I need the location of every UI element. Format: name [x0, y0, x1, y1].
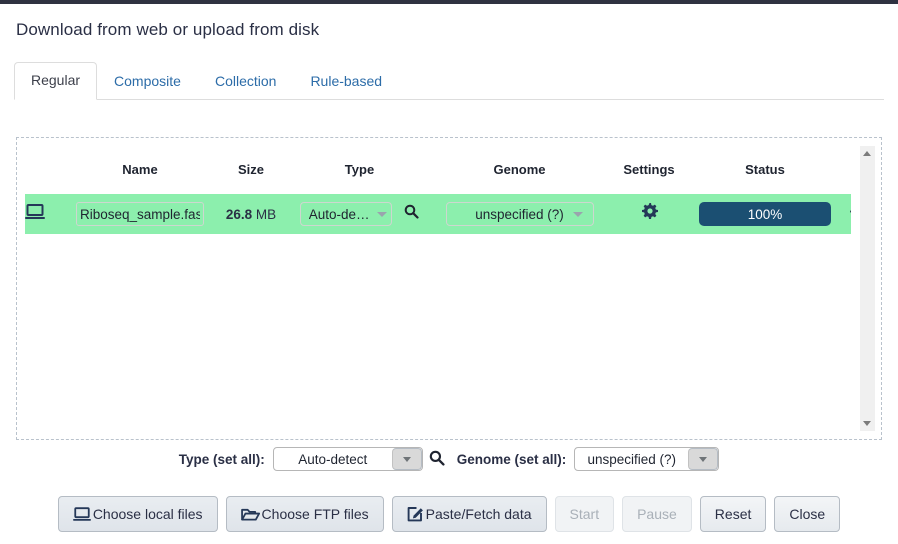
- upload-modal: Download from web or upload from disk Re…: [0, 4, 898, 544]
- tab-bar: Regular Composite Collection Rule-based: [14, 61, 884, 100]
- file-genome-value: unspecified (?): [475, 206, 564, 222]
- row-settings-cell: [607, 203, 691, 225]
- scroll-down-button[interactable]: [860, 416, 875, 431]
- magnifier-icon[interactable]: [404, 204, 419, 224]
- genome-set-all-select[interactable]: unspecified (?): [574, 447, 720, 471]
- chevron-up-icon: [863, 151, 871, 156]
- tab-label: Regular: [31, 72, 81, 89]
- tab-rule-based[interactable]: Rule-based: [293, 63, 399, 100]
- chevron-down-icon: [391, 448, 422, 470]
- chevron-down-icon: [376, 211, 387, 217]
- header-name: Name: [122, 161, 158, 177]
- progress-bar: 100%: [699, 202, 831, 226]
- table-row: 26.8 MB Auto-de…: [25, 194, 851, 234]
- chevron-down-icon: [863, 421, 871, 426]
- button-label: Pause: [637, 506, 677, 522]
- row-status-cell: 100%: [691, 202, 839, 226]
- set-all-controls: Type (set all): Auto-detect Genome (set …: [0, 447, 898, 471]
- choose-local-files-button[interactable]: Choose local files: [57, 496, 218, 532]
- type-set-all-select[interactable]: Auto-detect: [272, 447, 423, 471]
- pencil-square-icon: [407, 506, 424, 522]
- button-label: Reset: [714, 506, 752, 522]
- row-name-cell: [65, 202, 215, 226]
- tab-label: Collection: [214, 73, 277, 90]
- laptop-icon: [25, 203, 65, 225]
- tab-composite[interactable]: Composite: [97, 63, 198, 100]
- button-label: Choose local files: [92, 506, 203, 522]
- type-set-all-value: Auto-detect: [298, 451, 368, 467]
- start-button: Start: [554, 496, 615, 532]
- button-label: Start: [569, 506, 600, 522]
- type-set-all-label: Type (set all):: [178, 451, 265, 467]
- laptop-icon: [72, 506, 91, 522]
- file-grid-header: Name Size Type Genome Settings Status: [25, 144, 851, 194]
- row-done-cell: [839, 204, 851, 224]
- file-size-unit: MB: [255, 206, 277, 222]
- paste-fetch-data-button[interactable]: Paste/Fetch data: [391, 496, 547, 532]
- close-button[interactable]: Close: [774, 496, 841, 532]
- row-genome-cell: unspecified (?): [432, 202, 607, 226]
- file-type-value: Auto-de…: [308, 206, 370, 222]
- header-settings: Settings: [623, 161, 675, 177]
- row-source-cell: [25, 203, 65, 225]
- header-type: Type: [344, 161, 375, 177]
- choose-ftp-files-button[interactable]: Choose FTP files: [225, 496, 384, 532]
- tab-label: Composite: [114, 73, 181, 90]
- file-grid: Name Size Type Genome Settings Status Ri…: [25, 144, 851, 433]
- tab-regular[interactable]: Regular: [14, 62, 98, 100]
- genome-set-all-value: unspecified (?): [587, 451, 677, 467]
- action-button-bar: Choose local files Choose FTP files Past…: [0, 496, 898, 532]
- page-title: Download from web or upload from disk: [16, 20, 320, 39]
- reset-button[interactable]: Reset: [699, 496, 767, 532]
- gear-icon[interactable]: [607, 203, 691, 225]
- row-type-cell: Auto-de…: [287, 202, 432, 226]
- file-size-number: 26.8: [225, 206, 253, 222]
- file-genome-select[interactable]: unspecified (?): [445, 202, 594, 226]
- header-size: Size: [237, 161, 264, 177]
- header-genome: Genome: [493, 161, 546, 177]
- header-status: Status: [745, 161, 785, 177]
- tab-label: Rule-based: [310, 73, 383, 90]
- button-label: Paste/Fetch data: [425, 506, 532, 522]
- pause-button: Pause: [622, 496, 692, 532]
- file-dropzone[interactable]: Name Size Type Genome Settings Status Ri…: [16, 137, 882, 440]
- button-label: Choose FTP files: [261, 506, 369, 522]
- button-label: Close: [789, 506, 826, 522]
- chevron-down-icon: [572, 211, 583, 217]
- file-grid-scrollbar[interactable]: [860, 146, 875, 431]
- row-size-cell: 26.8 MB: [215, 207, 287, 222]
- file-type-select[interactable]: Auto-de…: [299, 202, 392, 226]
- progress-percent: 100%: [747, 206, 783, 222]
- folder-open-icon: [240, 507, 260, 522]
- genome-set-all-label: Genome (set all):: [456, 451, 567, 467]
- scroll-up-button[interactable]: [860, 146, 875, 161]
- type-set-all-magnifier-icon[interactable]: [429, 450, 445, 469]
- file-name-input[interactable]: [76, 202, 204, 226]
- tab-collection[interactable]: Collection: [198, 63, 293, 100]
- chevron-down-icon: [688, 448, 719, 470]
- check-icon: [839, 204, 851, 224]
